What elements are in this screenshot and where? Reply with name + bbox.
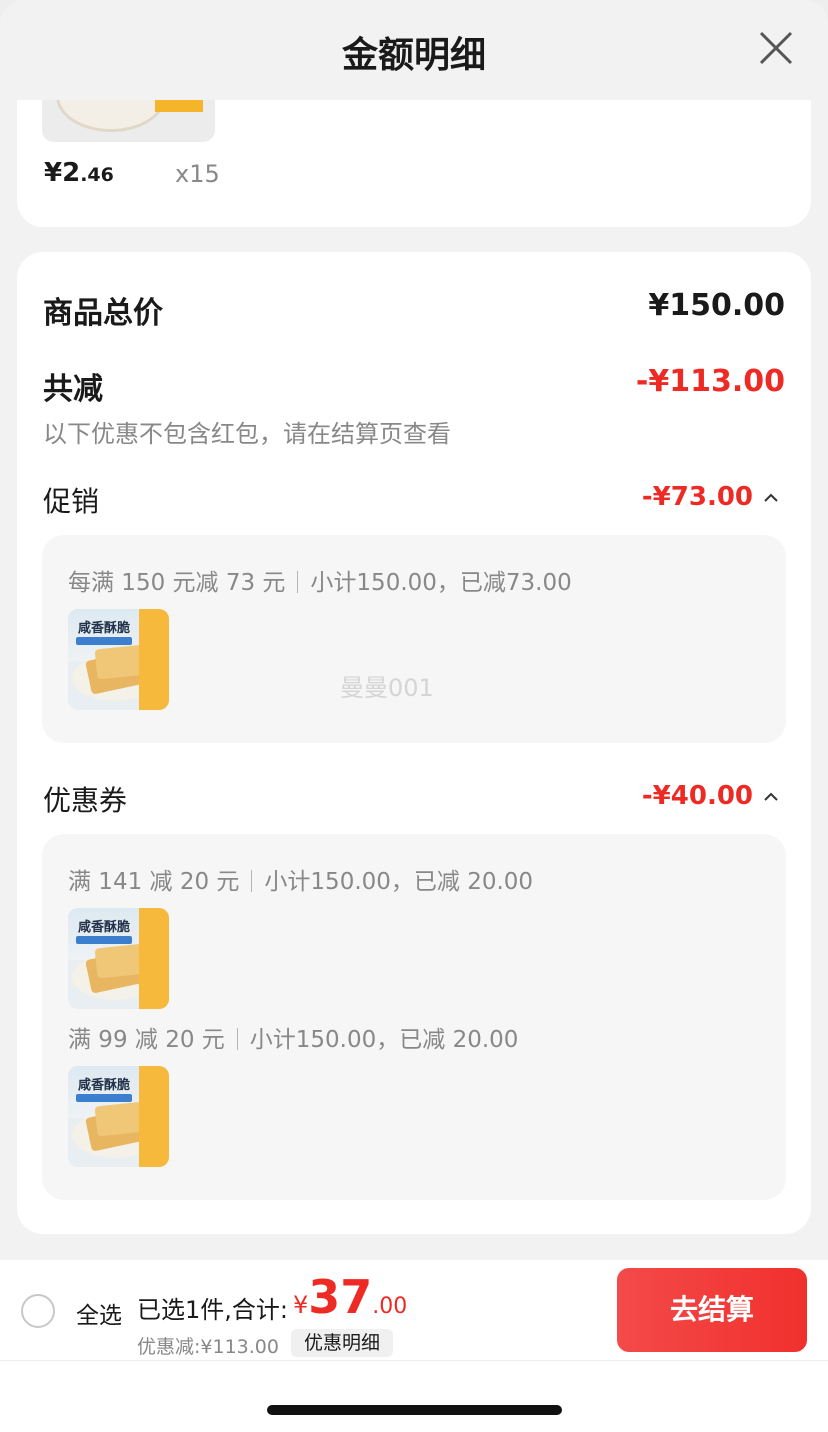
coupon-label: 优惠券 xyxy=(43,784,128,817)
select-all-radio[interactable] xyxy=(21,1294,55,1328)
product-item-card: ¥2.46 x15 xyxy=(17,100,811,227)
coupon-rule: 满 99 减 20 元小计150.00，已减 20.00 xyxy=(68,1027,519,1053)
chevron-up-icon[interactable] xyxy=(763,490,779,506)
item-quantity: x15 xyxy=(175,160,220,188)
checkout-bar: 全选 已选1件,合计: ¥37.00 优惠减:¥113.00 优惠明细 去结算 xyxy=(0,1260,828,1360)
price-breakdown-card: 商品总价 ¥150.00 共减 -¥113.00 以下优惠不包含红包，请在结算页… xyxy=(17,252,811,1234)
amount-detail-sheet: 金额明细 ¥2.46 x15 商品总价 ¥150.00 共减 -¥113.00 … xyxy=(0,0,828,1260)
discount-detail-button[interactable]: 优惠明细 xyxy=(291,1329,394,1357)
coupon-panel: 满 141 减 20 元小计150.00，已减 20.00 咸香酥脆 满 99 … xyxy=(42,834,786,1200)
promotion-label: 促销 xyxy=(43,485,100,518)
watermark: 曼曼001 xyxy=(340,674,434,702)
promotion-value[interactable]: -¥73.00 xyxy=(642,482,753,512)
coupon-rule: 满 141 减 20 元小计150.00，已减 20.00 xyxy=(68,869,534,895)
select-all-label[interactable]: 全选 xyxy=(76,1296,122,1330)
discount-note: 以下优惠不包含红包，请在结算页查看 xyxy=(43,420,451,448)
sheet-title: 金额明细 xyxy=(341,35,486,76)
total-reduction-value: -¥113.00 xyxy=(635,364,785,399)
chevron-up-icon[interactable] xyxy=(763,789,779,805)
close-icon[interactable] xyxy=(758,30,794,66)
product-thumbnail[interactable]: 咸香酥脆 xyxy=(68,908,169,1009)
total-reduction-label: 共减 xyxy=(43,372,103,407)
home-indicator[interactable] xyxy=(267,1405,562,1415)
unit-price: ¥2.46 xyxy=(44,158,114,188)
total-price: ¥37.00 xyxy=(293,1270,408,1324)
promotion-rule: 每满 150 元减 73 元小计150.00，已减73.00 xyxy=(68,570,572,596)
product-thumbnail[interactable]: 咸香酥脆 xyxy=(68,609,169,710)
home-indicator-area xyxy=(0,1360,828,1432)
promotion-panel: 每满 150 元减 73 元小计150.00，已减73.00 咸香酥脆 xyxy=(42,535,786,743)
sheet-header: 金额明细 xyxy=(0,0,828,100)
selected-summary: 已选1件,合计: xyxy=(137,1296,288,1324)
goods-total-label: 商品总价 xyxy=(43,296,163,331)
coupon-value[interactable]: -¥40.00 xyxy=(642,781,753,811)
goods-total-value: ¥150.00 xyxy=(648,288,785,323)
discount-amount: 优惠减:¥113.00 xyxy=(137,1336,279,1358)
checkout-button[interactable]: 去结算 xyxy=(617,1268,807,1352)
product-thumbnail[interactable]: 咸香酥脆 xyxy=(68,1066,169,1167)
product-thumbnail[interactable] xyxy=(42,100,215,142)
